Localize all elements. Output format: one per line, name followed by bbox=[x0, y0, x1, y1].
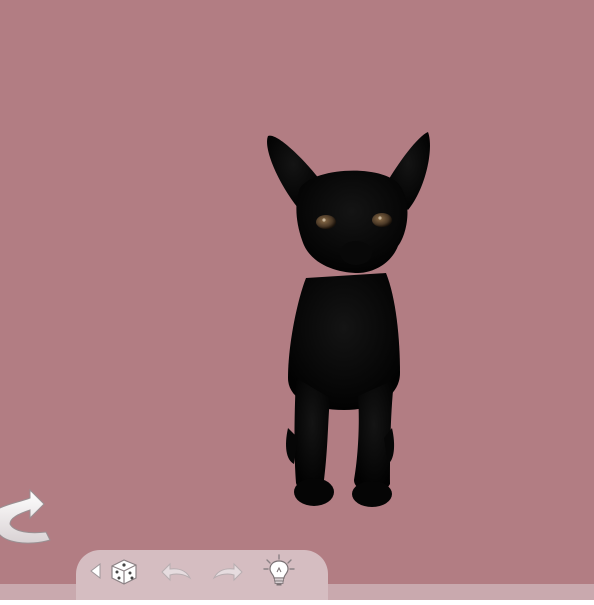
random-dice-button[interactable] bbox=[106, 556, 140, 586]
left-eye bbox=[316, 215, 336, 229]
dice-icon bbox=[111, 559, 137, 585]
redo-arrow-icon bbox=[212, 562, 243, 582]
collapse-toolbar-button[interactable] bbox=[88, 562, 102, 580]
puppy-character[interactable] bbox=[258, 128, 438, 512]
right-eye bbox=[372, 213, 392, 227]
lightbulb-icon bbox=[263, 554, 295, 586]
redo-button[interactable] bbox=[210, 558, 246, 586]
snout bbox=[340, 241, 372, 265]
hint-button[interactable] bbox=[262, 554, 296, 588]
right-front-paw bbox=[352, 481, 392, 507]
back-button[interactable] bbox=[0, 488, 56, 548]
toolbar bbox=[76, 550, 328, 600]
triangle-left-icon bbox=[90, 562, 101, 580]
undo-arrow-icon bbox=[161, 562, 192, 582]
left-front-paw bbox=[294, 478, 334, 506]
curved-back-arrow-icon bbox=[0, 488, 51, 544]
undo-button[interactable] bbox=[158, 558, 194, 586]
